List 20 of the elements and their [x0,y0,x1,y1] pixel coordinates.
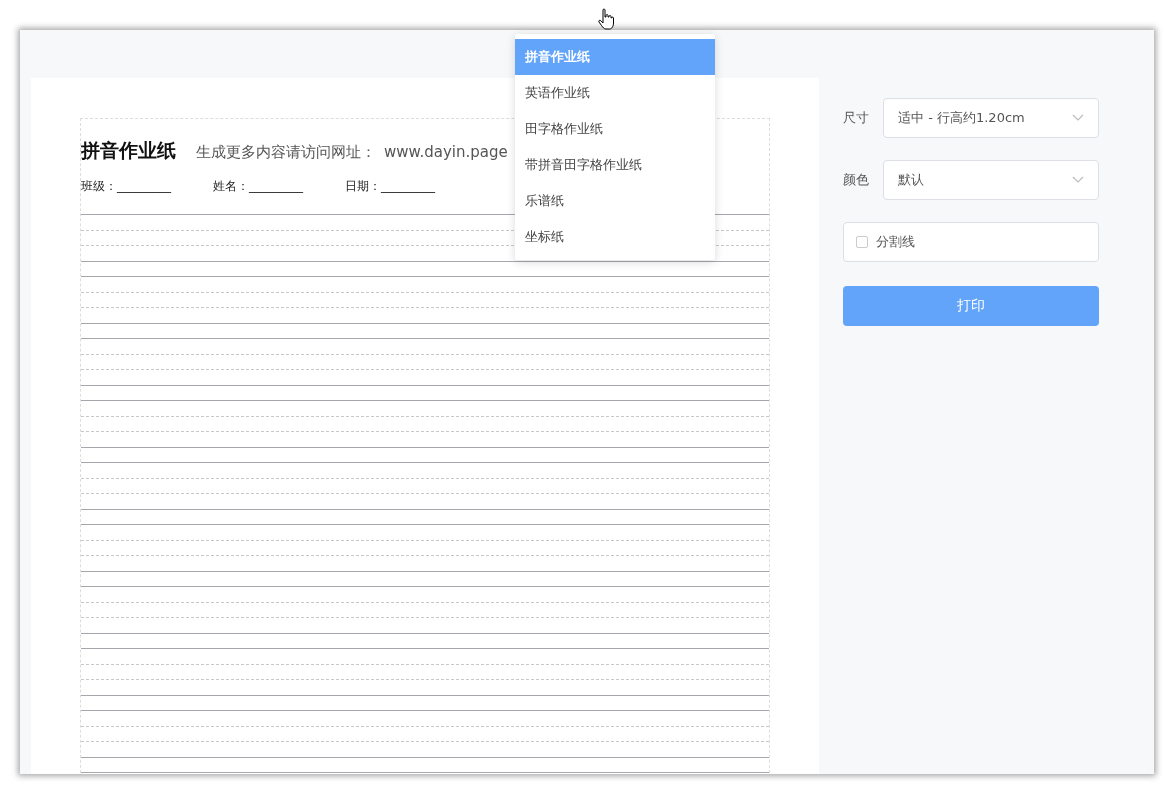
menu-item[interactable]: 坐标纸 [515,219,715,255]
info-field: 日期：_________ [345,178,435,200]
chevron-down-icon [1072,176,1084,184]
size-label: 尺寸 [843,109,870,127]
menu-item[interactable]: 乐谱纸 [515,183,715,219]
menu-item[interactable]: 带拼音田字格作业纸 [515,147,715,183]
divider-label: 分割线 [876,233,915,251]
menu-item[interactable]: 英语作业纸 [515,75,715,111]
paper-title: 拼音作业纸 [81,138,176,163]
color-label: 颜色 [843,171,870,189]
size-select[interactable]: 适中 - 行高约1.20cm [883,98,1099,138]
menu-item[interactable]: 田字格作业纸 [515,111,715,147]
info-field: 姓名：_________ [213,178,303,200]
info-field: 班级：_________ [81,178,171,200]
color-select[interactable]: 默认 [883,160,1099,200]
chevron-down-icon [1072,114,1084,122]
notice-text: 生成更多内容请访问网址： [196,143,376,162]
website-url: www.dayin.page [384,143,508,161]
checkbox[interactable] [856,236,868,248]
divider-option[interactable]: 分割线 [843,222,1099,262]
